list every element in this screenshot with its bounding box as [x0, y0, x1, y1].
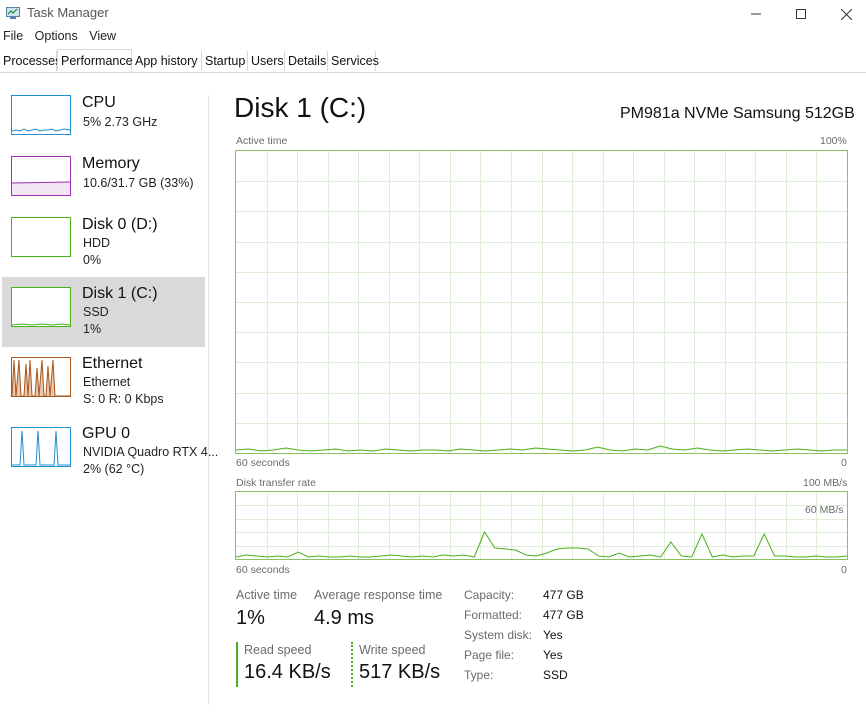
- menu-options[interactable]: Options: [35, 29, 78, 43]
- property-label: Capacity:: [464, 588, 515, 602]
- active-time-graph-label: Active time: [236, 135, 288, 147]
- write-speed-label: Write speed: [359, 643, 426, 657]
- property-value: 477 GB: [543, 608, 584, 622]
- sidebar-item-detail: Ethernet: [83, 375, 131, 389]
- window-title: Task Manager: [27, 5, 109, 20]
- property-value: SSD: [543, 668, 568, 682]
- tab-performance[interactable]: Performance: [57, 49, 133, 72]
- transfer-rate-graph-duration: 60 seconds: [236, 564, 290, 576]
- task-manager-icon: [6, 6, 20, 19]
- menu-file[interactable]: File: [3, 29, 23, 43]
- property-value: Yes: [543, 648, 563, 662]
- write-speed-value: 517 KB/s: [359, 661, 441, 683]
- active-time-graph-duration: 60 seconds: [236, 457, 290, 469]
- sidebar-item-detail: 5% 2.73 GHz: [83, 115, 158, 129]
- maximize-button[interactable]: [778, 0, 824, 28]
- maximize-icon: [796, 9, 806, 19]
- property-value: Yes: [543, 628, 563, 642]
- sidebar-item-usage: 1%: [83, 322, 102, 336]
- sidebar-item-title: Disk 0 (D:): [82, 216, 158, 233]
- device-model: PM981a NVMe Samsung 512GB: [620, 105, 855, 122]
- active-time-label: Active time: [236, 588, 298, 602]
- property-label: Formatted:: [464, 608, 523, 622]
- memory-thumbnail-graph: [11, 156, 71, 196]
- sidebar-item-detail: NVIDIA Quadro RTX 4...: [83, 445, 219, 459]
- transfer-rate-graph-min: 0: [841, 564, 847, 576]
- transfer-rate-graph: [235, 491, 848, 560]
- active-time-graph-min: 0: [841, 457, 847, 469]
- property-label: Type:: [464, 668, 494, 682]
- sidebar-item-title: GPU 0: [82, 425, 131, 442]
- property-label: Page file:: [464, 648, 515, 662]
- tab-users[interactable]: Users: [248, 51, 285, 71]
- tab-startup[interactable]: Startup: [202, 51, 248, 71]
- ethernet-thumbnail-graph: [11, 357, 71, 397]
- sidebar-item-throughput: S: 0 R: 0 Kbps: [83, 392, 164, 406]
- sidebar-item-disk1[interactable]: Disk 1 (C:) SSD 1%: [2, 277, 205, 347]
- property-label: System disk:: [464, 628, 533, 642]
- write-speed-marker: [351, 642, 353, 687]
- avg-response-label: Average response time: [314, 588, 443, 602]
- tab-app-history[interactable]: App history: [132, 51, 202, 71]
- avg-response-value: 4.9 ms: [314, 607, 375, 629]
- read-speed-value: 16.4 KB/s: [244, 661, 331, 683]
- active-time-graph-max: 100%: [820, 135, 847, 147]
- sidebar-item-usage: 2% (62 °C): [83, 462, 145, 476]
- page-title: Disk 1 (C:): [234, 92, 367, 123]
- minimize-icon: [751, 13, 761, 15]
- read-speed-label: Read speed: [244, 643, 312, 657]
- sidebar-item-title: Disk 1 (C:): [82, 285, 158, 302]
- menu-view[interactable]: View: [89, 29, 116, 43]
- sidebar-divider: [208, 95, 209, 705]
- sidebar-item-detail: SSD: [83, 305, 109, 319]
- sidebar-item-detail: 10.6/31.7 GB (33%): [83, 176, 194, 190]
- sidebar-item-ethernet[interactable]: Ethernet Ethernet S: 0 R: 0 Kbps: [2, 347, 205, 417]
- gpu-thumbnail-graph: [11, 427, 71, 467]
- close-icon: [840, 8, 852, 20]
- transfer-rate-graph-max: 100 MB/s: [803, 477, 848, 489]
- active-time-graph: [235, 150, 848, 454]
- property-value: 477 GB: [543, 588, 584, 602]
- tab-processes[interactable]: Processes: [0, 51, 61, 71]
- sidebar-item-disk0[interactable]: Disk 0 (D:) HDD 0%: [2, 207, 205, 277]
- title-bar: Task Manager: [0, 0, 866, 28]
- transfer-rate-scale-label: 60 MB/s: [805, 504, 844, 516]
- sidebar-item-title: Memory: [82, 155, 140, 172]
- minimize-button[interactable]: [733, 0, 779, 28]
- sidebar-item-usage: 0%: [83, 253, 102, 267]
- close-button[interactable]: [823, 0, 866, 28]
- disk0-thumbnail-graph: [11, 217, 71, 257]
- sidebar-item-title: Ethernet: [82, 355, 143, 372]
- tab-bar: Processes Performance App history Startu…: [0, 49, 866, 73]
- transfer-rate-graph-label: Disk transfer rate: [236, 477, 316, 489]
- tab-services[interactable]: Services: [328, 51, 379, 71]
- sidebar-item-detail: HDD: [83, 236, 111, 250]
- active-time-value: 1%: [236, 607, 265, 629]
- sidebar-item-title: CPU: [82, 94, 116, 111]
- cpu-thumbnail-graph: [11, 95, 71, 135]
- read-speed-marker: [236, 642, 238, 687]
- menu-bar: File Options View: [0, 29, 121, 47]
- sidebar-item-gpu0[interactable]: GPU 0 NVIDIA Quadro RTX 4... 2% (62 °C): [2, 417, 218, 487]
- tab-details[interactable]: Details: [285, 51, 328, 71]
- disk1-thumbnail-graph: [11, 287, 71, 327]
